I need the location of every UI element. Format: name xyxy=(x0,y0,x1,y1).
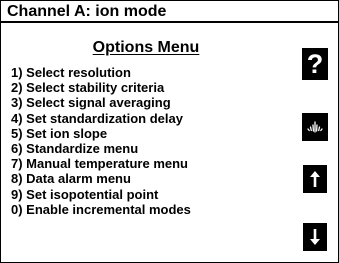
stability-softkey[interactable] xyxy=(302,113,328,141)
menu-item-set-ion-slope[interactable]: 5) Set ion slope xyxy=(11,126,191,141)
menu-item-set-isopotential-point[interactable]: 9) Set isopotential point xyxy=(11,187,191,202)
options-menu-title: Options Menu xyxy=(1,39,291,57)
menu-item-select-signal-averaging[interactable]: 3) Select signal averaging xyxy=(11,95,191,110)
menu-item-select-resolution[interactable]: 1) Select resolution xyxy=(11,65,191,80)
arrow-down-icon xyxy=(310,229,320,245)
menu-item-select-stability-criteria[interactable]: 2) Select stability criteria xyxy=(11,80,191,95)
menu-item-standardize-menu[interactable]: 6) Standardize menu xyxy=(11,141,191,156)
meter-screen: Channel A: ion mode Options Menu 1) Sele… xyxy=(0,0,339,263)
scroll-down-softkey[interactable] xyxy=(303,223,327,251)
menu-item-set-standardization-delay[interactable]: 4) Set standardization delay xyxy=(11,111,191,126)
menu-item-manual-temperature-menu[interactable]: 7) Manual temperature menu xyxy=(11,156,191,171)
menu-item-enable-incremental-modes[interactable]: 0) Enable incremental modes xyxy=(11,202,191,217)
arrow-up-icon xyxy=(310,171,320,187)
menu-item-data-alarm-menu[interactable]: 8) Data alarm menu xyxy=(11,171,191,186)
stability-signal-icon xyxy=(307,121,323,133)
channel-title: Channel A: ion mode xyxy=(1,1,338,23)
scroll-up-softkey[interactable] xyxy=(303,165,327,193)
question-mark-icon: ? xyxy=(306,48,324,79)
options-menu-list: 1) Select resolution 2) Select stability… xyxy=(11,65,191,217)
options-menu-title-text: Options Menu xyxy=(92,39,200,56)
help-softkey[interactable]: ? xyxy=(302,48,328,80)
